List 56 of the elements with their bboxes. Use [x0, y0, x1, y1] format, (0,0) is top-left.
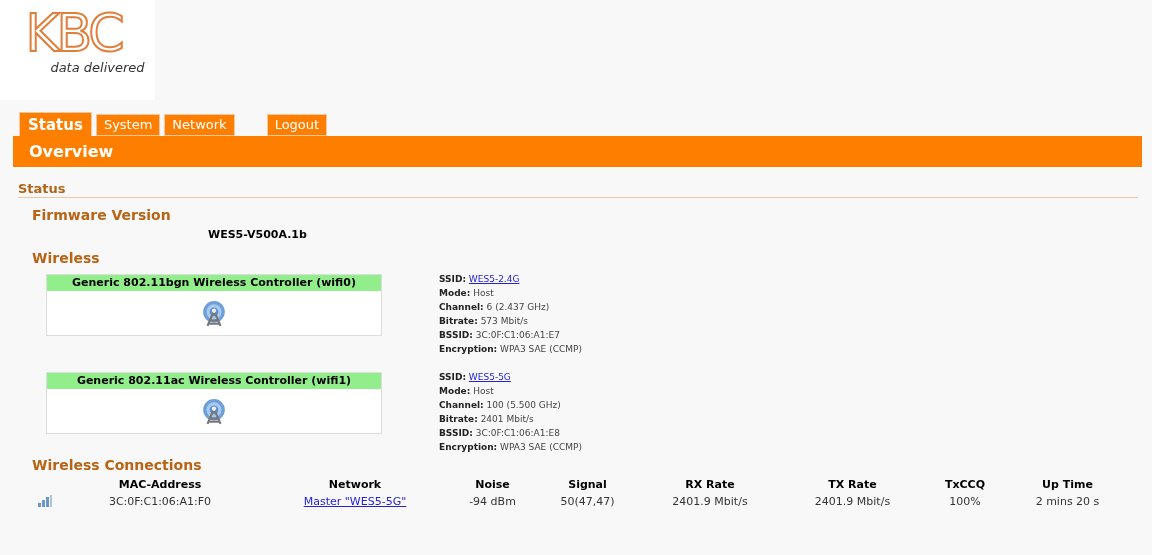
tab[interactable]: Network: [164, 114, 235, 136]
network-link[interactable]: Master "WES5-5G": [303, 495, 407, 508]
table-cell: 100%: [949, 495, 981, 508]
page-title-bar: Overview: [13, 136, 1142, 167]
column-header: MAC-Address: [117, 478, 203, 491]
column-header: RX Rate: [684, 478, 736, 491]
table-cell: -94 dBm: [469, 495, 516, 508]
info-value: 3C:0F:C1:06:A1:E8: [475, 428, 560, 438]
info-label: Channel:: [439, 400, 484, 410]
info-value: Host: [473, 288, 494, 298]
info-label: Channel:: [439, 302, 484, 312]
info-value: 3C:0F:C1:06:A1:E7: [475, 330, 560, 340]
antenna-icon: [201, 399, 227, 425]
info-label: Encryption:: [439, 442, 498, 452]
column-header: Up Time: [1041, 478, 1094, 491]
signal-icon: [38, 495, 52, 507]
table-cell: 2401.9 Mbit/s: [814, 495, 891, 508]
info-value: WPA3 SAE (CCMP): [500, 344, 582, 354]
info-value: 2401 Mbit/s: [480, 414, 534, 424]
table-cell: 2 mins 20 s: [1035, 495, 1100, 508]
column-header: Signal: [567, 478, 608, 491]
table-cell: 2401.9 Mbit/s: [672, 495, 748, 508]
info-label: SSID:: [439, 372, 466, 382]
section-heading: Wireless: [32, 250, 101, 266]
info-value: 100 (5.500 GHz): [486, 400, 561, 410]
logo: KBC data delivered: [0, 0, 155, 100]
tab[interactable]: System: [95, 114, 161, 136]
radio-name: Generic 802.11bgn Wireless Controller (wifi0): [47, 275, 381, 291]
column-header: Network: [327, 478, 383, 491]
info-label: Bitrate:: [439, 316, 478, 326]
section-title: Status: [18, 181, 1138, 198]
info-value: 573 Mbit/s: [480, 316, 528, 326]
section-heading: Firmware Version: [32, 207, 172, 223]
table-cell: 50(47,47): [560, 495, 615, 508]
column-header: TxCCQ: [943, 478, 987, 491]
section-heading: Wireless Connections: [32, 457, 203, 473]
info-value: 6 (2.437 GHz): [486, 302, 550, 312]
ssid-link[interactable]: WES5-5G: [468, 372, 511, 382]
column-header: Noise: [474, 478, 511, 491]
radio-name: Generic 802.11ac Wireless Controller (wifi1): [47, 373, 381, 389]
info-value: Host: [473, 386, 494, 396]
info-label: BSSID:: [439, 428, 473, 438]
info-label: Mode:: [439, 386, 471, 396]
info-label: Bitrate:: [439, 414, 478, 424]
firmware-version: WES5-V500A.1b: [208, 228, 308, 241]
info-label: SSID:: [439, 274, 466, 284]
table-cell: 3C:0F:C1:06:A1:F0: [108, 495, 212, 508]
ssid-link[interactable]: WES5-2.4G: [468, 274, 520, 284]
antenna-icon: [201, 301, 227, 327]
info-value: WPA3 SAE (CCMP): [500, 442, 582, 452]
info-label: BSSID:: [439, 330, 473, 340]
info-label: Mode:: [439, 288, 471, 298]
tab[interactable]: Status: [19, 112, 92, 136]
column-header: TX Rate: [827, 478, 878, 491]
info-label: Encryption:: [439, 344, 498, 354]
logout-button[interactable]: Logout: [266, 114, 328, 136]
